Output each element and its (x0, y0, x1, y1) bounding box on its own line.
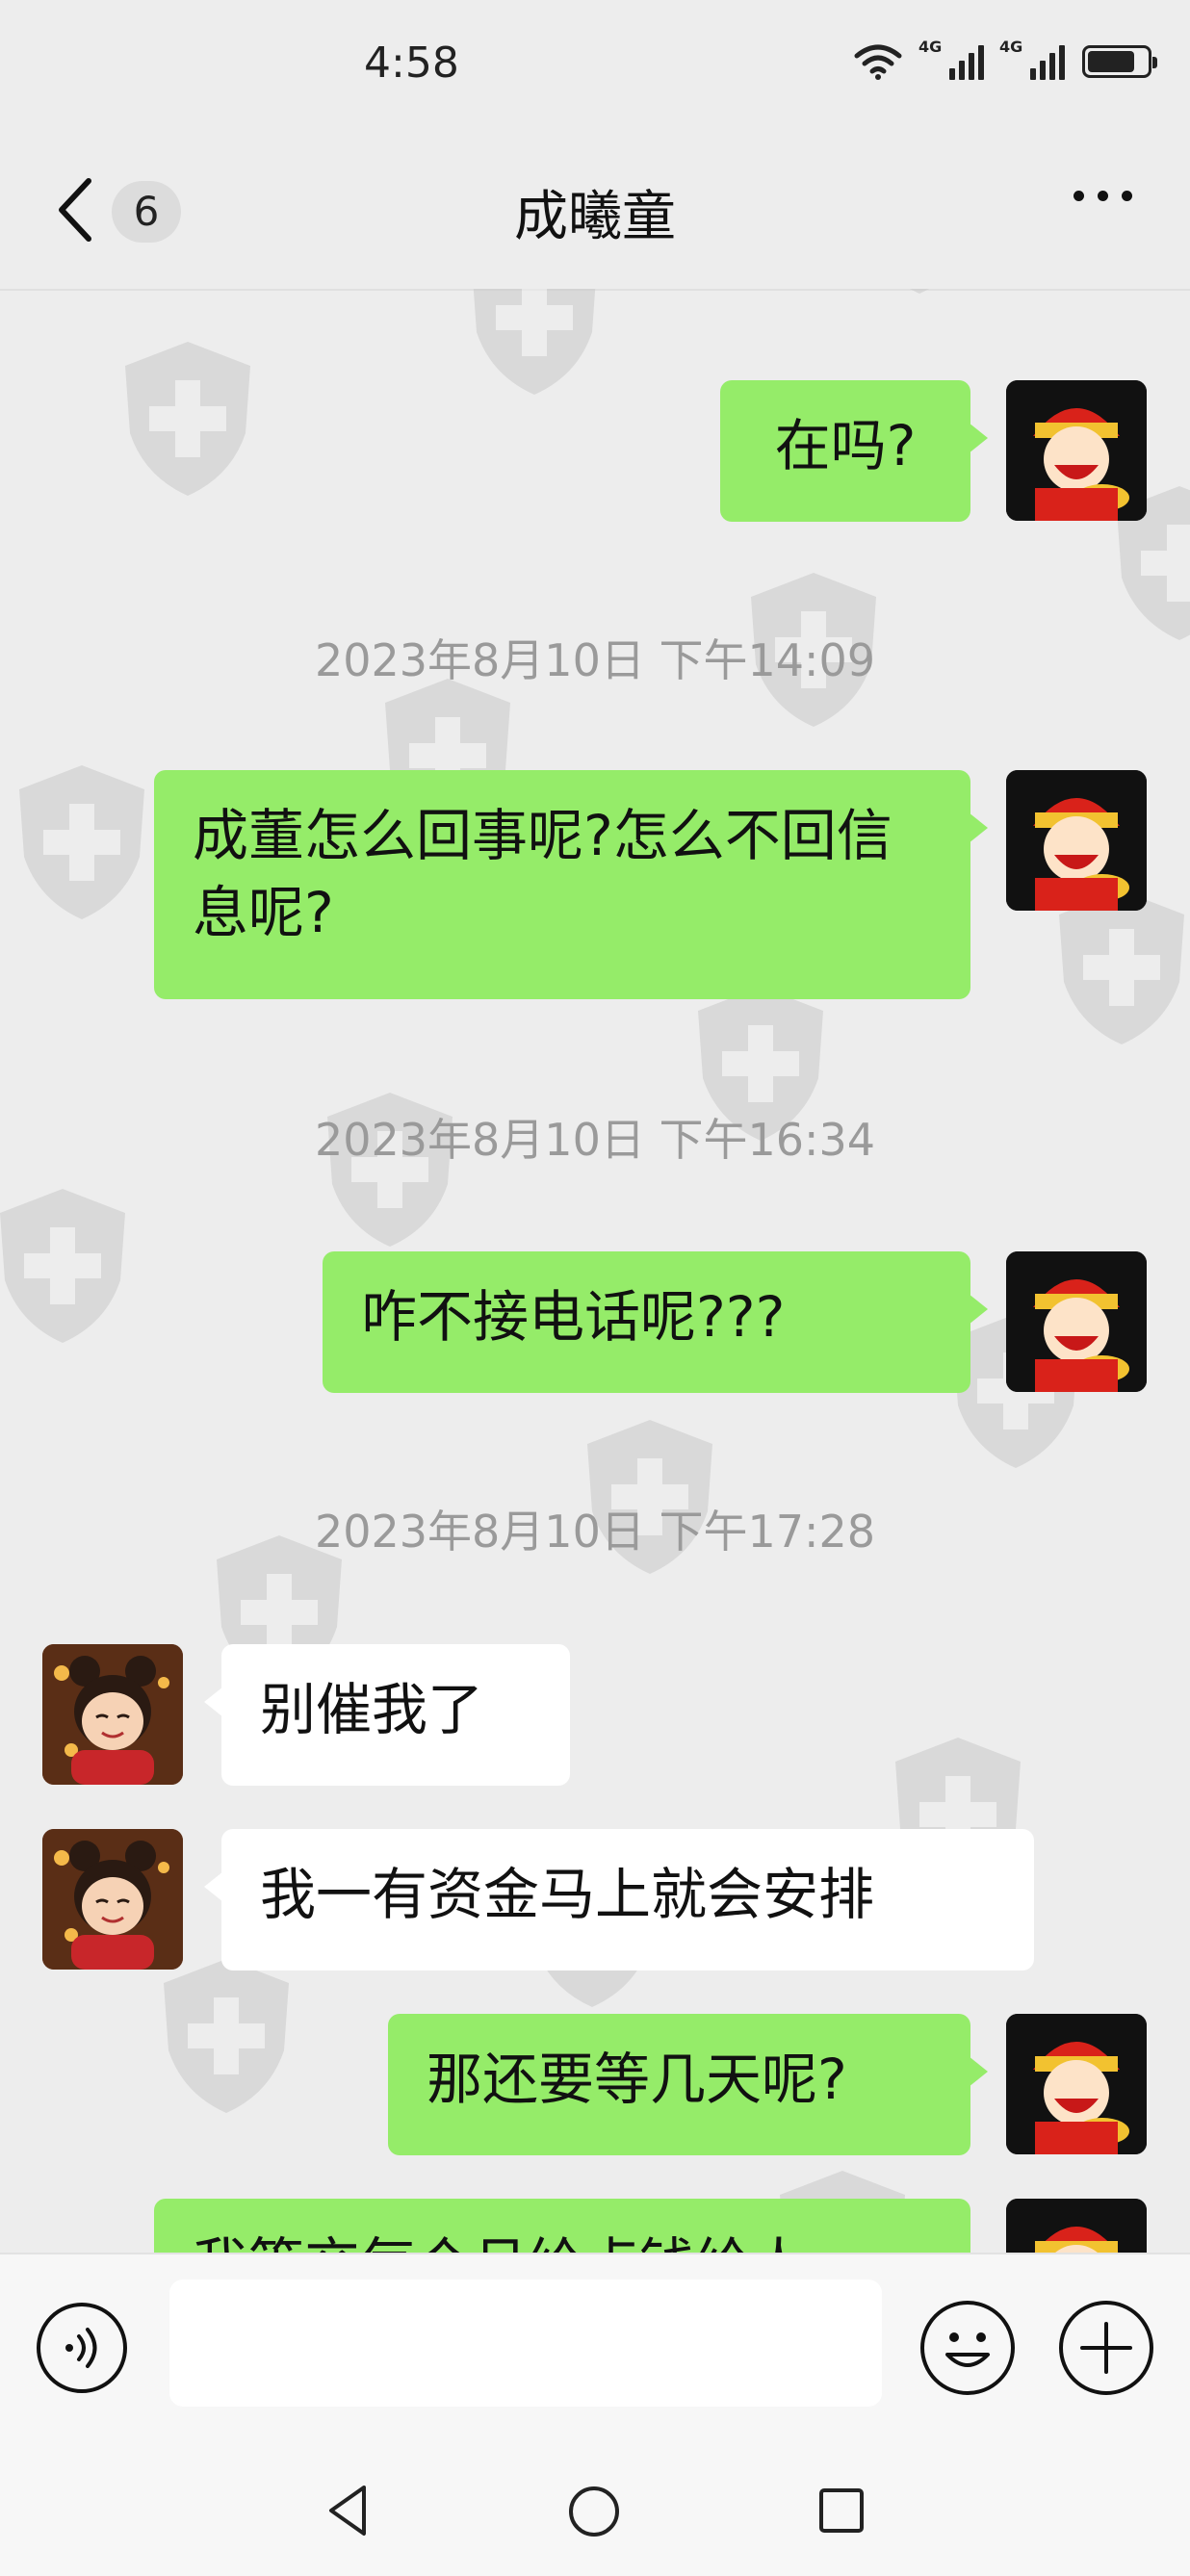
message-bubble-outgoing[interactable]: 在吗? (720, 380, 988, 522)
message-bubble-incoming[interactable]: 别催我了 (204, 1644, 570, 1786)
emoji-icon[interactable] (920, 2301, 1015, 2395)
contact-avatar[interactable] (42, 1644, 183, 1785)
wifi-icon (854, 44, 902, 80)
chat-header: 6 成曦童 (0, 135, 1190, 291)
message-bubble-outgoing[interactable]: 咋不接电话呢??? (323, 1251, 988, 1393)
god-of-wealth-avatar-icon (1006, 770, 1147, 911)
god-of-wealth-avatar-icon (1006, 380, 1147, 521)
shield-watermark-icon (910, 289, 929, 294)
status-time: 4:58 (364, 39, 459, 88)
shield-watermark-icon (19, 765, 144, 919)
message-bubble-outgoing[interactable]: 成董怎么回事呢?怎么不回信息呢? (154, 770, 988, 999)
user-avatar[interactable] (1006, 2014, 1147, 2154)
god-of-wealth-avatar-icon (1006, 1251, 1147, 1392)
recents-square-icon[interactable] (816, 2486, 867, 2536)
timestamp: 2023年8月10日 下午14:09 (314, 634, 876, 686)
status-bar: 4:58 4G 4G (0, 0, 1190, 135)
timestamp: 2023年8月10日 下午17:28 (314, 1506, 876, 1558)
shield-watermark-icon (473, 289, 596, 395)
shield-watermark-icon (0, 1189, 125, 1343)
user-avatar[interactable] (1006, 1251, 1147, 1392)
god-of-wealth-avatar-icon (1006, 2199, 1147, 2253)
user-avatar[interactable] (1006, 380, 1147, 521)
contact-name: 成曦童 (514, 186, 676, 248)
status-icons: 4G 4G (853, 38, 1157, 81)
back-triangle-icon[interactable] (323, 2482, 372, 2539)
network-type-2: 4G (999, 38, 1023, 56)
more-icon[interactable] (1074, 191, 1132, 201)
shield-watermark-icon (125, 342, 250, 496)
shield-watermark-icon (164, 1959, 289, 2113)
home-circle-icon[interactable] (566, 2484, 622, 2539)
system-nav-bar (0, 2445, 1190, 2576)
message-bubble-outgoing[interactable]: 我等交每个月给点钱给人 (154, 2199, 970, 2253)
voice-icon[interactable] (37, 2303, 127, 2393)
god-of-wealth-avatar-icon (1006, 2014, 1147, 2154)
message-list[interactable]: 在吗? 2023年8月10日 下午14:09 成董怎么回事呢?怎么不回信息呢? … (0, 289, 1190, 2253)
timestamp: 2023年8月10日 下午16:34 (314, 1114, 876, 1166)
user-avatar[interactable] (1006, 2199, 1147, 2253)
contact-avatar[interactable] (42, 1829, 183, 1970)
plus-icon[interactable] (1059, 2301, 1153, 2395)
battery-icon (1082, 45, 1157, 78)
message-bubble-incoming[interactable]: 我一有资金马上就会安排 (204, 1829, 1034, 1971)
signal-icon: 4G (999, 38, 1065, 80)
message-bubble-outgoing[interactable]: 那还要等几天呢? (388, 2014, 988, 2155)
user-avatar[interactable] (1006, 770, 1147, 911)
girl-avatar-icon (42, 1644, 183, 1785)
input-bar (0, 2253, 1190, 2447)
girl-avatar-icon (42, 1829, 183, 1970)
network-type-1: 4G (918, 38, 943, 56)
message-input[interactable] (169, 2280, 882, 2407)
battery-level (1088, 51, 1134, 72)
signal-icon: 4G (918, 38, 984, 80)
